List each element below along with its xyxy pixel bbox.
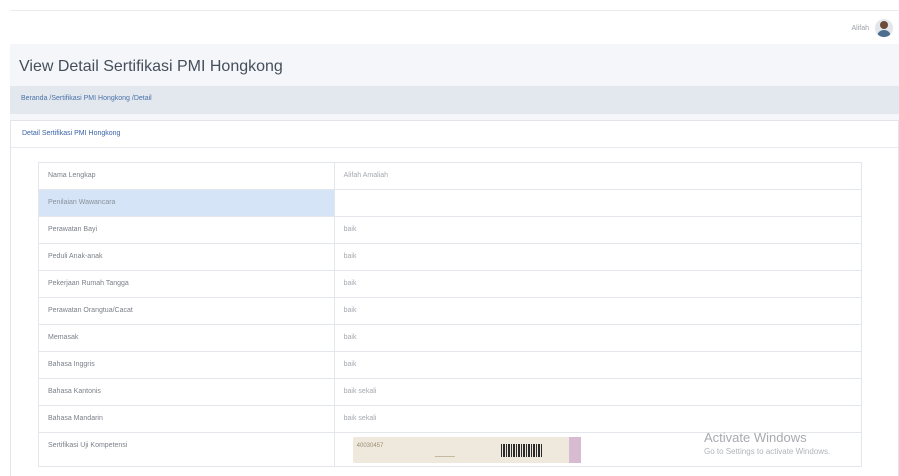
row-label-bahasa-mandarin: Bahasa Mandarin: [39, 406, 335, 433]
table-row: Peduli Anak-anak baik: [39, 244, 862, 271]
page-title: View Detail Sertifikasi PMI Hongkong: [19, 58, 283, 75]
card-header: Detail Sertifikasi PMI Hongkong: [11, 121, 898, 148]
row-label-bahasa-kantonis: Bahasa Kantonis: [39, 379, 335, 406]
watermark-title: Activate Windows: [704, 430, 807, 445]
table-row: Perawatan Orangtua/Cacat baik: [39, 298, 862, 325]
row-value-nama-lengkap: Alifah Amaliah: [334, 163, 862, 190]
certificate-stamp-number: 40030457: [356, 443, 384, 449]
table-row: Nama Lengkap Alifah Amaliah: [39, 163, 862, 190]
row-value-peduli-anak: baik: [334, 244, 862, 271]
table-row: Perawatan Bayi baik: [39, 217, 862, 244]
detail-card: Detail Sertifikasi PMI Hongkong Nama Len…: [10, 120, 899, 476]
row-label-peduli-anak: Peduli Anak-anak: [39, 244, 335, 271]
user-menu[interactable]: Alifah: [851, 19, 893, 37]
table-row: Memasak baik: [39, 325, 862, 352]
avatar[interactable]: [875, 19, 893, 37]
detail-table: Nama Lengkap Alifah Amaliah Penilaian Wa…: [38, 162, 862, 467]
top-navbar: Alifah: [10, 10, 899, 42]
row-value-bahasa-kantonis: baik sekali: [334, 379, 862, 406]
certificate-edge: [568, 437, 581, 463]
table-row: Bahasa Inggris baik: [39, 352, 862, 379]
user-name[interactable]: Alifah: [851, 25, 869, 32]
row-label-perawatan-bayi: Perawatan Bayi: [39, 217, 335, 244]
table-row: Bahasa Kantonis baik sekali: [39, 379, 862, 406]
certificate-barcode: [500, 444, 543, 457]
row-label-pekerjaan-rumah-tangga: Pekerjaan Rumah Tangga: [39, 271, 335, 298]
avatar-head: [880, 21, 888, 29]
table-row: Pekerjaan Rumah Tangga baik: [39, 271, 862, 298]
row-value-pekerjaan-rumah-tangga: baik: [334, 271, 862, 298]
row-value-perawatan-orangtua: baik: [334, 298, 862, 325]
row-value-bahasa-mandarin: baik sekali: [334, 406, 862, 433]
table-row: Penilaian Wawancara: [39, 190, 862, 217]
row-value-perawatan-bayi: baik: [334, 217, 862, 244]
row-value-memasak: baik: [334, 325, 862, 352]
row-label-nama-lengkap: Nama Lengkap: [39, 163, 335, 190]
row-label-sertifikasi-uji-kompetensi: Sertifikasi Uji Kompetensi: [39, 433, 335, 467]
watermark-subtitle: Go to Settings to activate Windows.: [704, 447, 831, 456]
row-label-bahasa-inggris: Bahasa Inggris: [39, 352, 335, 379]
row-label-memasak: Memasak: [39, 325, 335, 352]
row-label-perawatan-orangtua: Perawatan Orangtua/Cacat: [39, 298, 335, 325]
table-row: Bahasa Mandarin baik sekali: [39, 406, 862, 433]
certificate-image[interactable]: 40030457: [352, 437, 581, 463]
windows-activation-watermark: Activate Windows Go to Settings to activ…: [704, 430, 830, 456]
avatar-body: [877, 30, 891, 37]
section-header-empty-cell: [334, 190, 862, 217]
breadcrumb[interactable]: Beranda /Sertifikasi PMI Hongkong /Detai…: [10, 86, 899, 114]
main-content: View Detail Sertifikasi PMI Hongkong Ber…: [10, 44, 899, 476]
row-value-bahasa-inggris: baik: [334, 352, 862, 379]
section-header-penilaian-wawancara: Penilaian Wawancara: [39, 190, 335, 217]
certificate-signature: [434, 447, 459, 457]
